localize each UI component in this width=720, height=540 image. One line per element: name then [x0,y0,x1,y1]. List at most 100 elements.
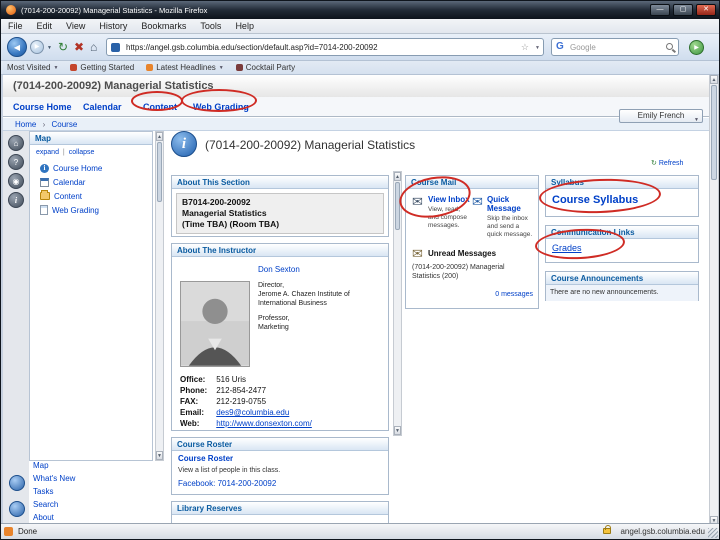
breadcrumb-home[interactable]: Home [15,120,36,129]
menu-file[interactable]: File [1,21,30,31]
field-label: Web: [180,419,200,428]
role-line: Marketing [258,324,289,331]
collapse-link[interactable]: collapse [69,149,95,156]
home-icon[interactable] [8,135,24,151]
close-button[interactable] [696,4,716,16]
url-input[interactable] [124,40,514,54]
footer-link-search[interactable]: Search [33,500,58,509]
footer-link-about[interactable]: About [33,513,54,522]
footer-link-map[interactable]: Map [33,461,49,470]
menu-view[interactable]: View [59,21,92,31]
bookmark-getting-started[interactable]: Getting Started [64,63,140,72]
calendar-icon [40,177,49,187]
help-icon[interactable] [8,154,24,170]
expand-link[interactable]: expand [36,149,59,156]
url-bar[interactable] [106,38,544,56]
grades-link[interactable]: Grades [552,243,582,253]
instructor-name-link[interactable]: Don Sexton [258,265,300,274]
page-banner: (7014-200-20092) Managerial Statistics [3,75,719,97]
google-logo-icon[interactable]: G [556,41,564,52]
unread-count-link[interactable]: 0 messages [495,291,533,298]
footer-link-whats-new[interactable]: What's New [33,474,75,483]
tree-controls: expand | collapse [36,149,94,156]
bookmark-most-visited[interactable]: Most Visited [1,63,64,72]
sidebar-scrollbar[interactable] [155,131,164,461]
menu-bookmarks[interactable]: Bookmarks [134,21,193,31]
scroll-down-icon[interactable] [156,451,163,460]
home-button[interactable] [90,39,97,55]
footer-link-tasks[interactable]: Tasks [33,487,53,496]
scroll-up-icon[interactable] [394,172,401,181]
sidebar-item-content[interactable]: Content [40,190,82,202]
course-roster-link[interactable]: Course Roster [178,454,233,463]
back-button[interactable] [7,37,27,57]
quick-message-link[interactable]: Quick Message [487,195,535,213]
role-line: Professor, [258,315,290,322]
reload-button[interactable] [58,39,68,55]
field-label: Office: [180,375,206,384]
course-syllabus-link[interactable]: Course Syllabus [552,194,638,206]
maximize-button[interactable] [673,4,693,16]
field-value: 212-219-0755 [216,397,267,406]
quick-message-icon[interactable] [472,195,483,208]
stop-button[interactable] [74,39,84,55]
user-menu[interactable]: Emily French [619,109,703,123]
breadcrumb-course[interactable]: Course [51,120,77,129]
status-domain: angel.gsb.columbia.edu [620,527,705,536]
bookmark-cocktail-party[interactable]: Cocktail Party [230,63,301,72]
notification-icon[interactable] [4,527,13,536]
minimize-button[interactable] [650,4,670,16]
communication-links-box: Communication Links Grades [545,225,699,263]
scrollbar-thumb[interactable] [157,142,162,202]
menu-bar: File Edit View History Bookmarks Tools H… [1,19,719,34]
email-link[interactable]: des9@columbia.edu [216,408,289,417]
search-box[interactable]: G [551,38,679,56]
refresh-link[interactable]: Refresh [651,159,683,167]
logoff-icon[interactable] [8,173,24,189]
forward-button[interactable] [30,40,44,54]
info-icon[interactable] [8,192,24,208]
bookmark-latest-headlines[interactable]: Latest Headlines [140,63,230,72]
menu-tools[interactable]: Tools [193,21,228,31]
sidebar-item-calendar[interactable]: Calendar [40,176,85,188]
web-link[interactable]: http://www.donsexton.com/ [216,419,312,428]
bookmark-star-icon[interactable] [521,42,529,53]
section-summary: B7014-200-20092 Managerial Statistics (T… [176,193,384,234]
window-scrollbar[interactable] [709,75,719,525]
tab-content[interactable]: Content [143,102,177,112]
menu-history[interactable]: History [92,21,134,31]
section-name: Managerial Statistics [182,208,267,218]
roster-description: View a list of people in this class. [178,467,281,474]
folder-icon [40,190,50,200]
page-viewport: (7014-200-20092) Managerial Statistics C… [3,75,719,525]
sidebar-orb-icon[interactable] [9,475,25,491]
scrollbar-thumb[interactable] [395,182,400,230]
resize-grip[interactable] [708,528,718,538]
facebook-link[interactable]: Facebook: 7014-200-20092 [178,479,276,488]
scroll-up-icon[interactable] [710,75,718,84]
sidebar-item-web-grading[interactable]: Web Grading [40,204,99,216]
menu-help[interactable]: Help [228,21,261,31]
browser-window: (7014-200-20092) Managerial Statistics -… [0,0,720,540]
sidebar-item-course-home[interactable]: Course Home [40,162,102,174]
tab-web-grading[interactable]: Web Grading [193,102,249,112]
sidebar-orb-icon[interactable] [9,501,25,517]
inbox-icon[interactable] [412,195,423,208]
refresh-label: Refresh [658,160,684,167]
content-scrollbar[interactable] [393,171,402,436]
tab-course-home[interactable]: Course Home [13,102,72,112]
view-inbox-link[interactable]: View Inbox [428,195,470,204]
scrollbar-thumb[interactable] [711,85,717,180]
go-button[interactable] [689,40,704,55]
search-input[interactable] [568,40,656,54]
box-header: Course Mail [406,176,538,189]
url-dropdown-icon[interactable] [535,45,540,51]
tab-calendar[interactable]: Calendar [83,102,122,112]
scroll-down-icon[interactable] [394,426,401,435]
scroll-up-icon[interactable] [156,132,163,141]
history-dropdown-icon[interactable] [47,45,52,51]
menu-edit[interactable]: Edit [30,21,60,31]
search-icon[interactable] [666,43,673,50]
map-panel-header: Map [30,132,152,145]
site-favicon [111,43,120,52]
